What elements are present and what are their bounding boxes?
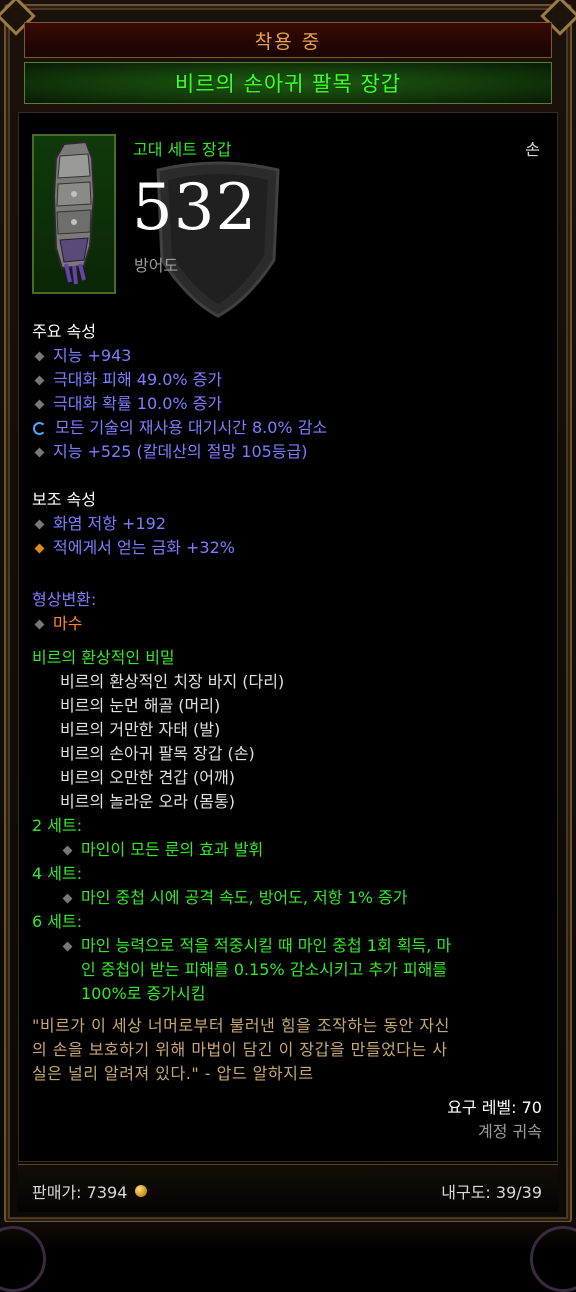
- set-name: 비르의 환상적인 비밀: [32, 648, 175, 667]
- flavor-line: 실은 널리 알려져 있다." - 압드 알하지르: [32, 1064, 314, 1083]
- stat-row: 극대화 피해 49.0% 증가: [32, 368, 327, 392]
- requirements: 요구 레벨: 70 계정 귀속: [447, 1096, 542, 1144]
- stat-text: 화염 저항 +192: [53, 514, 166, 533]
- set-bonus-row: 마인 능력으로 적을 적중시킬 때 마인 중첩 1회 획득, 마: [32, 934, 451, 958]
- set-bonus-text: 인 중첩이 받는 피해를 0.15% 감소시키고 추가 피해를: [81, 960, 448, 979]
- transmogrification: 형상변환: 마수: [32, 588, 96, 636]
- item-icon-box: [32, 134, 116, 294]
- set-bonus-label: 4 세트:: [32, 864, 83, 883]
- account-bound: 계정 귀속: [478, 1122, 542, 1141]
- set-bonus-text: 마인 중첩 시에 공격 속도, 방어도, 저항 1% 증가: [81, 888, 408, 907]
- flavor-line: "비르가 이 세상 너머로부터 불러낸 힘을 조작하는 동안 자신: [32, 1016, 450, 1035]
- set-bonus-text: 마인 능력으로 적을 적중시킬 때 마인 중첩 1회 획득, 마: [81, 936, 452, 955]
- gauntlet-icon: [52, 140, 96, 285]
- stat-text: 극대화 확률 10.0% 증가: [53, 394, 223, 413]
- gold-bullet-icon: [34, 543, 45, 553]
- set-piece: 비르의 눈먼 해골 (머리): [60, 696, 221, 715]
- stat-text: 극대화 피해 49.0% 증가: [53, 370, 223, 389]
- tooltip-footer: 판매가: 7394 내구도: 39/39: [18, 1164, 558, 1212]
- set-piece: 비르의 놀라운 오라 (몸통): [60, 792, 235, 811]
- stat-text: 모든 기술의 재사용 대기시간 8.0% 감소: [55, 418, 328, 437]
- stat-row: 적에게서 얻는 금화 +32%: [32, 536, 235, 560]
- bottom-ornament: [0, 1222, 576, 1292]
- set-bonus-row: 마인 중첩 시에 공격 속도, 방어도, 저항 1% 증가: [32, 886, 451, 910]
- set-bonus-text: 100%로 증가시킴: [81, 984, 206, 1003]
- primary-attributes: 주요 속성 지능 +943 극대화 피해 49.0% 증가 극대화 확률 10.…: [32, 320, 327, 464]
- item-type: 고대 세트 장갑: [133, 140, 232, 159]
- stat-text: 적에게서 얻는 금화 +32%: [53, 538, 235, 557]
- set-bonus-row: 마인이 모든 룬의 효과 발휘: [32, 838, 451, 862]
- ornament-ring: [530, 1226, 576, 1292]
- sell-price-label: 판매가: 7394: [32, 1183, 128, 1202]
- durability: 내구도: 39/39: [441, 1183, 542, 1202]
- item-tooltip: 착용 중 비르의 손아귀 팔목 장갑 고대 세트 장갑 손 532 방어도 주요…: [0, 0, 576, 1292]
- gold-coin-icon: [135, 1185, 148, 1197]
- armor-value: 532: [132, 171, 258, 245]
- diamond-bullet-icon: [34, 447, 45, 457]
- ornament-ring: [0, 1226, 46, 1292]
- set-piece: 비르의 환상적인 치장 바지 (다리): [60, 672, 285, 691]
- set-info: 비르의 환상적인 비밀 비르의 환상적인 치장 바지 (다리) 비르의 눈먼 해…: [32, 646, 451, 1006]
- stat-row: 지능 +525 (칼데산의 절망 105등급): [32, 440, 327, 464]
- item-name: 비르의 손아귀 팔목 장갑: [174, 72, 402, 96]
- item-name-header: 비르의 손아귀 팔목 장갑: [24, 62, 552, 104]
- flavor-text: "비르가 이 세상 너머로부터 불러낸 힘을 조작하는 동안 자신 의 손을 보…: [32, 1014, 542, 1086]
- set-bonus-label: 2 세트:: [32, 816, 83, 835]
- equipped-header: 착용 중: [24, 22, 552, 58]
- secondary-title: 보조 속성: [32, 490, 96, 509]
- required-level: 요구 레벨: 70: [447, 1098, 542, 1117]
- set-piece: 비르의 거만한 자태 (발): [60, 720, 221, 739]
- set-piece: 비르의 오만한 견갑 (어깨): [60, 768, 235, 787]
- diamond-bullet-icon: [62, 893, 73, 903]
- stat-text: 지능 +943: [53, 346, 132, 365]
- set-bonus-text: 마인이 모든 룬의 효과 발휘: [81, 840, 264, 859]
- stat-row: 지능 +943: [32, 344, 327, 368]
- diamond-bullet-icon: [62, 941, 73, 951]
- stat-row: 모든 기술의 재사용 대기시간 8.0% 감소: [32, 416, 327, 440]
- diamond-bullet-icon: [34, 399, 45, 409]
- transmog-title: 형상변환:: [32, 590, 97, 609]
- transmog-row: 마수: [32, 612, 96, 636]
- diamond-bullet-icon: [34, 375, 45, 385]
- primary-title: 주요 속성: [32, 322, 96, 341]
- diamond-bullet-icon: [34, 619, 45, 629]
- secondary-attributes: 보조 속성 화염 저항 +192 적에게서 얻는 금화 +32%: [32, 488, 235, 560]
- set-bonus-label: 6 세트:: [32, 912, 83, 931]
- sell-price: 판매가: 7394: [32, 1179, 148, 1203]
- stat-row: 화염 저항 +192: [32, 512, 235, 536]
- set-piece: 비르의 손아귀 팔목 장갑 (손): [60, 744, 255, 763]
- item-slot: 손: [525, 140, 540, 159]
- equipped-label: 착용 중: [254, 30, 322, 53]
- flavor-line: 의 손을 보호하기 위해 마법이 담긴 이 장갑을 만들었다는 사: [32, 1040, 448, 1059]
- diamond-bullet-icon: [34, 351, 45, 361]
- stat-row: 극대화 확률 10.0% 증가: [32, 392, 327, 416]
- stat-text: 지능 +525 (칼데산의 절망 105등급): [53, 442, 308, 461]
- enchanted-stat-icon: [33, 421, 46, 435]
- armor-label: 방어도: [134, 256, 179, 275]
- transmog-value: 마수: [53, 614, 83, 633]
- diamond-bullet-icon: [34, 519, 45, 529]
- diamond-bullet-icon: [62, 845, 73, 855]
